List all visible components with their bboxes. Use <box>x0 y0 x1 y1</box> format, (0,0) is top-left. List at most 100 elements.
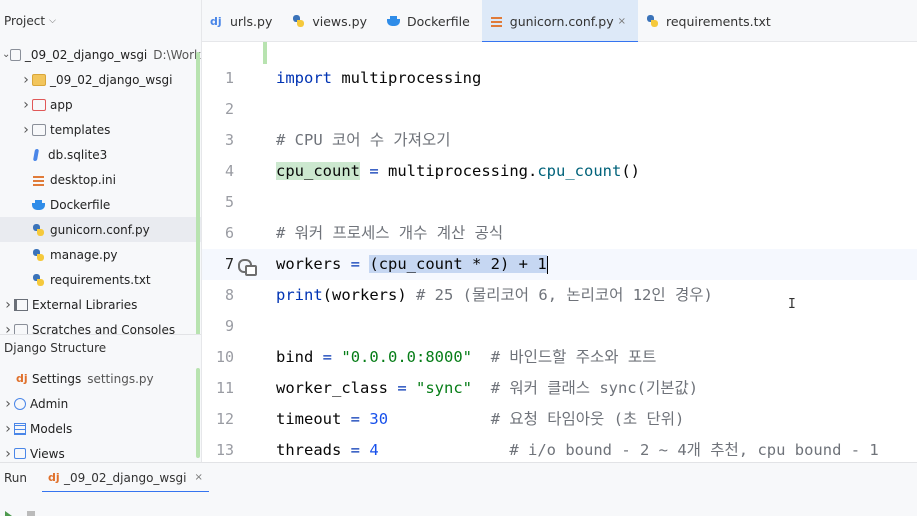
models-icon <box>14 422 26 435</box>
folder-icon <box>32 73 46 86</box>
tree-item[interactable]: desktop.ini <box>0 167 201 192</box>
code-token: 4 <box>369 441 379 459</box>
chevron-down-icon[interactable]: ⌄ <box>2 49 10 60</box>
line-number[interactable]: 11 <box>202 379 234 397</box>
code-token: () <box>621 162 640 180</box>
line-number-gutter[interactable]: 1 2 3 4 5 6 7 8 9 10 11 12 13 <box>202 42 268 462</box>
code-token: (cpu_count * 2) + 1 <box>369 255 547 273</box>
folder-icon <box>32 98 46 111</box>
tab-dockerfile[interactable]: Dockerfile <box>379 0 482 42</box>
chevron-right-icon[interactable]: › <box>20 122 32 138</box>
code-line[interactable]: workers = (cpu_count * 2) + 1 <box>276 249 548 280</box>
code-token: cpu_count <box>537 162 622 180</box>
tab-label: views.py <box>312 13 367 29</box>
line-number[interactable]: 7 <box>202 255 234 273</box>
code-line[interactable]: bind = "0.0.0.0:8000" # 바인드할 주소와 포트 <box>276 342 656 373</box>
tab-views-py[interactable]: views.py <box>284 0 379 42</box>
python-file-icon <box>292 15 306 27</box>
line-number[interactable]: 10 <box>202 348 234 366</box>
close-icon[interactable]: × <box>194 472 202 483</box>
project-panel-header[interactable]: Project ⌵ <box>0 0 201 42</box>
code-editor[interactable]: 1 2 3 4 5 6 7 8 9 10 11 12 13 import multiprocessing… <box>202 42 917 462</box>
stop-icon[interactable] <box>27 511 35 516</box>
tab-requirements-txt[interactable]: requirements.txt <box>638 0 783 42</box>
code-line[interactable]: import multiprocessing <box>276 63 481 94</box>
structure-item[interactable]: › Models <box>0 416 201 441</box>
chevron-right-icon[interactable]: › <box>20 72 32 88</box>
tree-item[interactable]: manage.py <box>0 242 201 267</box>
chevron-right-icon[interactable]: › <box>2 297 14 313</box>
chevron-right-icon[interactable]: › <box>2 446 14 462</box>
tree-item[interactable]: requirements.txt <box>0 267 201 292</box>
tree-item-label: gunicorn.conf.py <box>50 222 150 237</box>
python-file-icon <box>646 15 660 27</box>
tree-item[interactable]: › External Libraries <box>0 292 201 317</box>
project-panel-title: Project <box>4 14 46 28</box>
code-token: "sync" <box>416 379 473 397</box>
tree-item[interactable]: db.sqlite3 <box>0 142 201 167</box>
line-number[interactable]: 13 <box>202 441 234 459</box>
code-line[interactable]: threads = 4 # i/o bound - 2 ~ 4개 추천, cpu… <box>276 435 879 462</box>
line-number[interactable]: 3 <box>202 131 234 149</box>
tree-item-label: db.sqlite3 <box>48 147 108 162</box>
run-play-icon[interactable] <box>5 511 12 516</box>
code-token: (workers) <box>322 286 416 304</box>
line-number[interactable]: 6 <box>202 224 234 242</box>
tree-item-label: app <box>50 97 73 112</box>
vcs-change-marker[interactable] <box>263 42 267 64</box>
line-number[interactable]: 8 <box>202 286 234 304</box>
structure-item[interactable]: › Views <box>0 441 201 462</box>
tree-item-label: templates <box>50 122 111 137</box>
python-file-icon <box>32 223 46 236</box>
chevron-right-icon[interactable]: › <box>2 396 14 412</box>
code-line[interactable]: # CPU 코어 수 가져오기 <box>276 125 450 156</box>
line-number[interactable]: 4 <box>202 162 234 180</box>
code-token: import <box>276 69 332 87</box>
tab-gunicorn-conf-py[interactable]: gunicorn.conf.py × <box>481 0 639 43</box>
admin-icon <box>14 397 26 410</box>
line-number[interactable]: 5 <box>202 193 234 211</box>
tree-item[interactable]: › _09_02_django_wsgi <box>0 67 201 92</box>
close-icon[interactable]: × <box>618 16 626 27</box>
tree-item[interactable]: gunicorn.conf.py <box>0 217 201 242</box>
code-line[interactable]: print(workers) # 25 (물리코어 6, 논리코어 12인 경우… <box>276 280 713 311</box>
code-token: = <box>350 255 361 273</box>
chevron-down-icon[interactable]: ⌵ <box>49 16 56 26</box>
structure-item[interactable]: › Admin <box>0 391 201 416</box>
structure-item-file: settings.py <box>87 371 154 386</box>
code-area[interactable]: import multiprocessing # CPU 코어 수 가져오기 cpu… <box>276 42 917 462</box>
code-token: = <box>350 441 361 459</box>
tree-item[interactable]: ⌄ _09_02_django_wsgi D:\Work <box>0 42 201 67</box>
line-number[interactable]: 2 <box>202 100 234 118</box>
run-tab[interactable]: dj _09_02_django_wsgi × <box>42 463 209 493</box>
tree-item[interactable]: › templates <box>0 117 201 142</box>
line-number[interactable]: 9 <box>202 317 234 335</box>
code-token: timeout <box>276 410 342 428</box>
tree-item[interactable]: Dockerfile <box>0 192 201 217</box>
chevron-right-icon[interactable]: › <box>20 97 32 113</box>
tree-item-label: _09_02_django_wsgi <box>50 72 173 87</box>
tab-urls-py[interactable]: dj urls.py <box>202 0 284 42</box>
gutter-action-icon[interactable] <box>237 257 257 276</box>
code-line[interactable]: timeout = 30 # 요청 타임아웃 (초 단위) <box>276 404 684 435</box>
code-line[interactable]: worker_class = "sync" # 워커 클래스 sync(기본값) <box>276 373 698 404</box>
project-tree-scrollbar[interactable] <box>196 52 200 336</box>
django-structure-scrollbar[interactable] <box>196 368 200 458</box>
structure-item[interactable]: dj Settings settings.py <box>0 366 201 391</box>
code-line[interactable]: # 워커 프로세스 개수 계산 공식 <box>276 218 503 249</box>
code-token: print <box>276 286 323 304</box>
mouse-ibeam-cursor: I <box>788 297 796 312</box>
text-caret <box>546 255 548 274</box>
tree-item[interactable]: › app <box>0 92 201 117</box>
chevron-right-icon[interactable]: › <box>2 421 14 437</box>
line-number[interactable]: 12 <box>202 410 234 428</box>
run-tool-window-bar: Run dj _09_02_django_wsgi × <box>0 462 917 493</box>
line-number[interactable]: 1 <box>202 69 234 87</box>
code-line[interactable]: cpu_count = multiprocessing.cpu_count() <box>276 156 640 187</box>
code-token: = <box>397 379 407 397</box>
